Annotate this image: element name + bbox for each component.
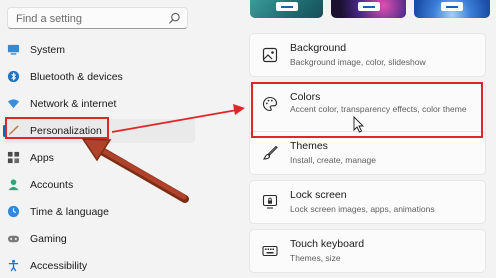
- annotation-arrow-red: [111, 104, 245, 133]
- annotation-overlay: [81, 104, 365, 203]
- mouse-cursor-icon: [353, 115, 365, 133]
- annotation-arrow-brown: [81, 138, 189, 203]
